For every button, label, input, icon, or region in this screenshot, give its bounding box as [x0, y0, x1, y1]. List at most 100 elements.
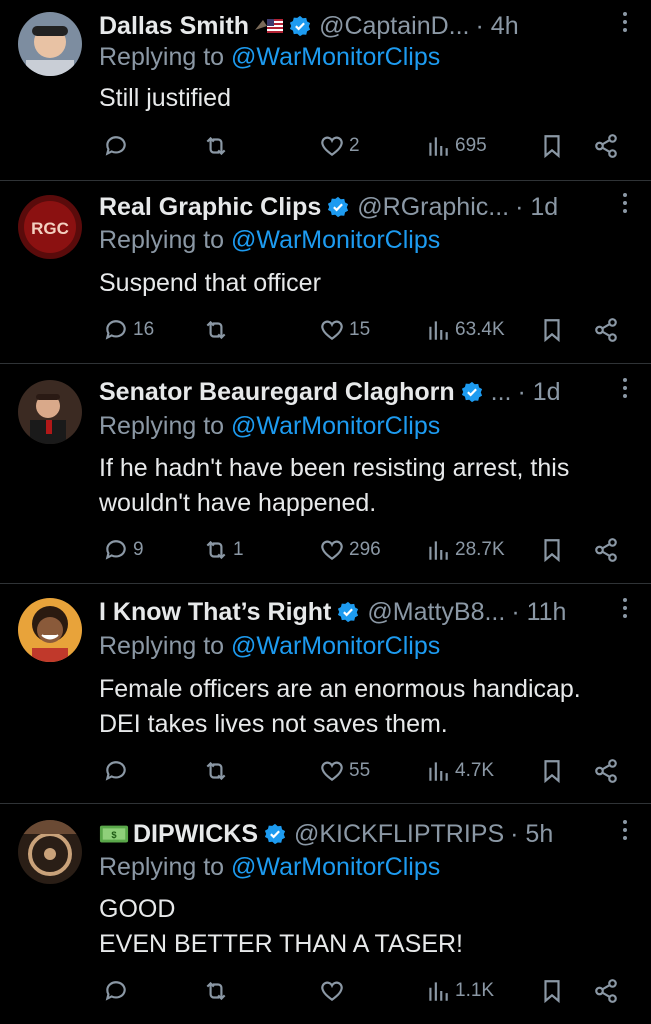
display-name[interactable]: Senator Beauregard Claghorn — [99, 378, 455, 407]
retweet-button[interactable]: 1 — [203, 537, 244, 563]
replying-prefix: Replying to — [99, 412, 225, 440]
timestamp[interactable]: · 11h — [511, 598, 566, 627]
bookmark-button[interactable] — [539, 758, 565, 784]
share-icon — [595, 318, 617, 342]
reply-item[interactable]: Senator Beauregard Claghorn ... · 1d Rep… — [0, 364, 651, 584]
verified-badge-icon — [328, 196, 349, 218]
action-bar: 2 695 — [99, 133, 629, 163]
reply-item[interactable]: RGC Real Graphic Clips @RGraphic... · 1d… — [0, 181, 651, 364]
share-button[interactable] — [593, 317, 619, 343]
more-options-icon[interactable] — [619, 12, 631, 36]
reply-item[interactable]: Dallas Smith @CaptainD... · 4h Replying … — [0, 0, 651, 181]
verified-badge-icon — [338, 601, 359, 623]
like-button[interactable]: 296 — [319, 537, 381, 563]
handle[interactable]: @MattyB8... — [367, 598, 505, 627]
timestamp[interactable]: · 1d — [517, 378, 560, 407]
reply-text-line: GOOD — [99, 895, 176, 923]
reply-button[interactable]: 16 — [103, 317, 154, 343]
reply-text: GOOD EVEN BETTER THAN A TASER! — [99, 892, 629, 962]
comment-icon — [105, 320, 126, 340]
action-bar: 55 4.7K — [99, 758, 629, 788]
share-button[interactable] — [593, 133, 619, 159]
views-button[interactable]: 1.1K — [425, 978, 494, 1004]
replying-prefix: Replying to — [99, 853, 225, 881]
timestamp[interactable]: · 4h — [476, 12, 519, 41]
replying-prefix: Replying to — [99, 632, 225, 660]
reply-text: If he hadn't have been resisting arrest,… — [99, 454, 570, 517]
reply-button[interactable] — [103, 758, 133, 784]
share-icon — [595, 134, 617, 158]
avatar[interactable] — [18, 380, 82, 444]
more-options-icon[interactable] — [619, 193, 631, 217]
handle[interactable]: @RGraphic... — [357, 193, 509, 222]
reply-item[interactable]: I Know That’s Right @MattyB8... · 11h Re… — [0, 584, 651, 804]
avatar[interactable] — [18, 820, 82, 884]
mention-link[interactable]: @WarMonitorClips — [231, 226, 440, 254]
reply-button[interactable]: 9 — [103, 537, 144, 563]
reply-button[interactable] — [103, 978, 133, 1004]
timestamp[interactable]: · 1d — [515, 193, 558, 222]
timestamp[interactable]: · 5h — [510, 820, 553, 849]
views-chart-icon — [429, 137, 448, 156]
bookmark-button[interactable] — [539, 317, 565, 343]
share-icon — [595, 538, 617, 562]
verified-badge-icon — [461, 381, 482, 403]
reply-header: $ DIPWICKS @KICKFLIPTRIPS · 5h — [99, 814, 631, 854]
handle[interactable]: @KICKFLIPTRIPS — [294, 820, 504, 849]
like-button[interactable]: 55 — [319, 758, 370, 784]
mention-link[interactable]: @WarMonitorClips — [231, 853, 440, 881]
bookmark-button[interactable] — [539, 978, 565, 1004]
more-options-icon[interactable] — [619, 598, 631, 622]
views-button[interactable]: 28.7K — [425, 537, 505, 563]
mention-link[interactable]: @WarMonitorClips — [231, 43, 440, 71]
like-count: 15 — [349, 319, 371, 340]
reply-text: Suspend that officer — [99, 269, 321, 297]
display-name[interactable]: I Know That’s Right — [99, 598, 331, 627]
share-button[interactable] — [593, 758, 619, 784]
display-name[interactable]: Real Graphic Clips — [99, 193, 321, 222]
like-button[interactable]: 15 — [319, 317, 370, 343]
more-options-icon[interactable] — [619, 378, 631, 402]
bookmark-icon — [544, 539, 560, 563]
like-button[interactable]: 2 — [319, 133, 360, 159]
retweet-button[interactable] — [203, 758, 233, 784]
views-button[interactable]: 695 — [425, 133, 487, 159]
comment-icon — [105, 981, 126, 1001]
action-bar: 1.1K — [99, 978, 629, 1008]
eagle-flag-icon — [255, 19, 284, 33]
handle[interactable]: @CaptainD... — [319, 12, 469, 41]
retweet-button[interactable] — [203, 978, 233, 1004]
mention-link[interactable]: @WarMonitorClips — [231, 412, 440, 440]
comment-icon — [105, 540, 126, 560]
avatar[interactable] — [18, 12, 82, 76]
retweet-button[interactable] — [203, 133, 233, 159]
reply-button[interactable] — [103, 133, 133, 159]
heart-icon — [321, 981, 343, 1001]
bookmark-button[interactable] — [539, 133, 565, 159]
retweet-button[interactable] — [203, 317, 233, 343]
replying-to-line: Replying to @WarMonitorClips — [99, 43, 440, 72]
avatar[interactable] — [18, 598, 82, 662]
like-button[interactable] — [319, 978, 349, 1004]
bookmark-button[interactable] — [539, 537, 565, 563]
display-name[interactable]: DIPWICKS — [133, 820, 258, 849]
reply-text-line: EVEN BETTER THAN A TASER! — [99, 930, 463, 958]
views-chart-icon — [429, 321, 448, 340]
share-button[interactable] — [593, 537, 619, 563]
reply-feed: Dallas Smith @CaptainD... · 4h Replying … — [0, 0, 651, 1024]
display-name[interactable]: Dallas Smith — [99, 12, 249, 41]
views-button[interactable]: 63.4K — [425, 317, 505, 343]
more-options-icon[interactable] — [619, 820, 631, 844]
view-count: 695 — [455, 135, 487, 156]
reply-item[interactable]: $ DIPWICKS @KICKFLIPTRIPS · 5h Replying … — [0, 804, 651, 1024]
reply-header: I Know That’s Right @MattyB8... · 11h — [99, 592, 631, 632]
bookmark-icon — [544, 760, 560, 784]
handle[interactable]: ... — [491, 378, 512, 407]
views-button[interactable]: 4.7K — [425, 758, 494, 784]
reply-header: Real Graphic Clips @RGraphic... · 1d — [99, 187, 631, 227]
view-count: 4.7K — [455, 760, 495, 781]
mention-link[interactable]: @WarMonitorClips — [231, 632, 440, 660]
views-chart-icon — [429, 541, 448, 560]
share-button[interactable] — [593, 978, 619, 1004]
avatar[interactable]: RGC — [18, 195, 82, 259]
